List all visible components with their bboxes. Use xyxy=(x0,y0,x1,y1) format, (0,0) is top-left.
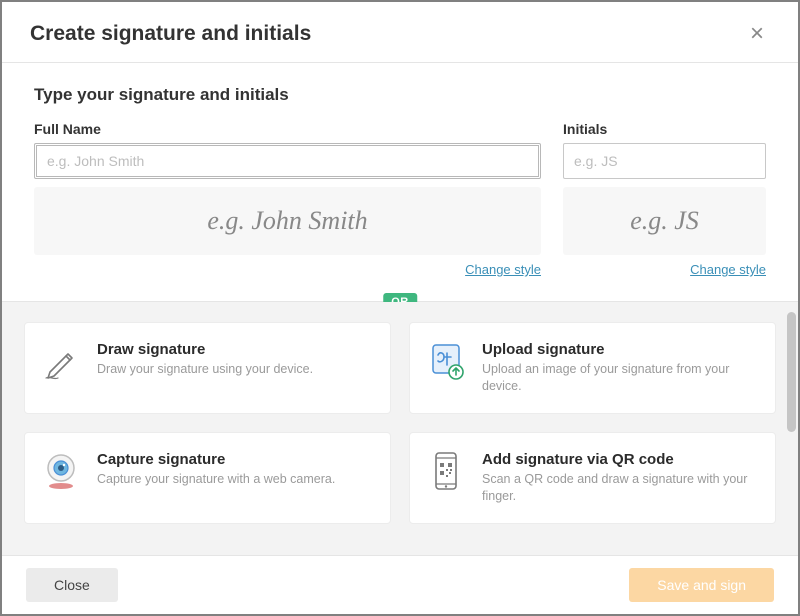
method-upload-desc: Upload an image of your signature from y… xyxy=(482,361,759,395)
webcam-icon xyxy=(41,451,81,491)
initials-label: Initials xyxy=(563,121,766,137)
change-style-fullname-link[interactable]: Change style xyxy=(465,262,541,277)
full-name-preview: e.g. John Smith xyxy=(34,187,541,255)
modal-title: Create signature and initials xyxy=(30,22,311,46)
full-name-label: Full Name xyxy=(34,121,541,137)
type-heading: Type your signature and initials xyxy=(34,85,766,105)
method-qr[interactable]: Add signature via QR code Scan a QR code… xyxy=(409,432,776,524)
full-name-column: Full Name e.g. John Smith Change style xyxy=(34,121,541,279)
method-draw-desc: Draw your signature using your device. xyxy=(97,361,313,378)
modal-footer: Close Save and sign xyxy=(2,555,798,614)
method-qr-title: Add signature via QR code xyxy=(482,451,759,468)
close-button[interactable]: Close xyxy=(26,568,118,602)
initials-column: Initials e.g. JS Change style xyxy=(563,121,766,279)
method-capture-title: Capture signature xyxy=(97,451,335,468)
save-and-sign-button[interactable]: Save and sign xyxy=(629,568,774,602)
initials-preview: e.g. JS xyxy=(563,187,766,255)
signature-modal: Create signature and initials × Type you… xyxy=(2,2,798,614)
methods-grid: Draw signature Draw your signature using… xyxy=(24,322,776,524)
fields-row: Full Name e.g. John Smith Change style I… xyxy=(34,121,766,279)
modal-header: Create signature and initials × xyxy=(2,2,798,62)
full-name-input[interactable] xyxy=(34,143,541,179)
methods-area: Draw signature Draw your signature using… xyxy=(2,302,798,555)
qr-phone-icon xyxy=(426,451,466,491)
type-signature-section: Type your signature and initials Full Na… xyxy=(2,63,798,293)
scrollbar[interactable] xyxy=(787,312,796,432)
close-icon[interactable]: × xyxy=(744,20,770,48)
method-capture-desc: Capture your signature with a web camera… xyxy=(97,471,335,488)
upload-icon xyxy=(426,341,466,381)
method-capture-text: Capture signature Capture your signature… xyxy=(97,451,335,488)
method-qr-desc: Scan a QR code and draw a signature with… xyxy=(482,471,759,505)
method-upload-text: Upload signature Upload an image of your… xyxy=(482,341,759,395)
method-qr-text: Add signature via QR code Scan a QR code… xyxy=(482,451,759,505)
pencil-icon xyxy=(41,341,81,381)
method-capture[interactable]: Capture signature Capture your signature… xyxy=(24,432,391,524)
method-draw-text: Draw signature Draw your signature using… xyxy=(97,341,313,378)
change-style-initials-link[interactable]: Change style xyxy=(690,262,766,277)
initials-input[interactable] xyxy=(563,143,766,179)
method-draw-title: Draw signature xyxy=(97,341,313,358)
method-upload[interactable]: Upload signature Upload an image of your… xyxy=(409,322,776,414)
method-draw[interactable]: Draw signature Draw your signature using… xyxy=(24,322,391,414)
method-upload-title: Upload signature xyxy=(482,341,759,358)
